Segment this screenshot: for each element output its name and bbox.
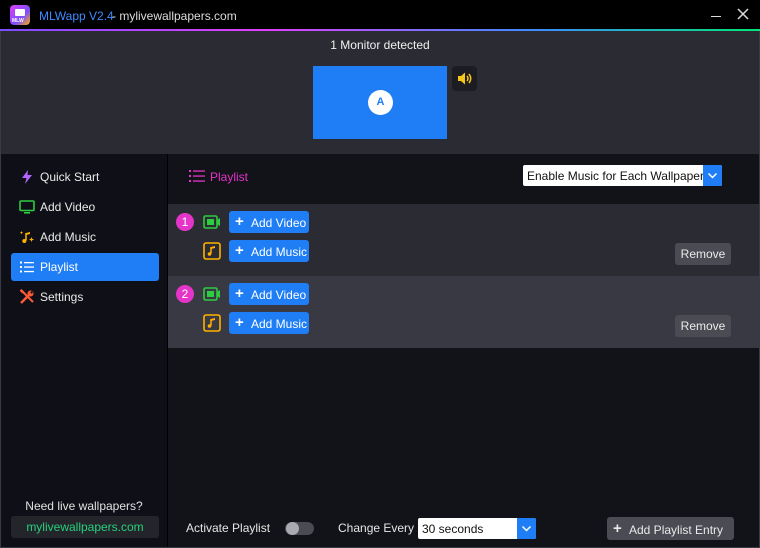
close-icon — [737, 8, 749, 20]
plus-icon: + — [235, 285, 244, 302]
playlist-entry: 2 + Add Video + Add Music Remove — [168, 276, 759, 348]
video-icon — [203, 215, 220, 229]
monitor-a[interactable]: A — [313, 66, 447, 139]
app-url: - mylivewallpapers.com — [112, 9, 237, 23]
app-logo: MLW — [10, 5, 30, 25]
remove-entry-button[interactable]: Remove — [675, 243, 731, 265]
interval-select[interactable]: 30 seconds — [418, 518, 536, 539]
playlist-panel: Playlist Enable Music for Each Wallpaper… — [168, 154, 759, 511]
sidebar-item-quick-start[interactable]: Quick Start — [11, 163, 159, 191]
add-music-button[interactable]: + Add Music — [229, 312, 309, 334]
plus-icon: + — [235, 213, 244, 230]
tools-icon — [19, 289, 34, 304]
monitor-count: 1 Monitor detected — [330, 38, 430, 52]
window-border — [0, 31, 1, 548]
sidebar-item-settings[interactable]: Settings — [11, 283, 159, 311]
activate-playlist-toggle[interactable] — [285, 522, 314, 535]
chevron-down-icon[interactable] — [517, 518, 536, 539]
add-video-button[interactable]: + Add Video — [229, 211, 309, 233]
monitor-panel: 1 Monitor detected A — [1, 31, 759, 154]
minimize-button[interactable] — [708, 6, 724, 22]
monitor-badge: A — [368, 90, 393, 115]
music-file-icon — [203, 242, 221, 260]
sidebar-item-playlist[interactable]: Playlist — [11, 253, 159, 281]
website-link[interactable]: mylivewallpapers.com — [11, 516, 159, 538]
music-sparkle-icon — [19, 231, 34, 243]
page-title: Playlist — [210, 170, 249, 184]
list-icon — [189, 170, 205, 182]
entry-number-badge: 1 — [176, 213, 194, 231]
plus-icon: + — [235, 314, 244, 331]
plus-icon: + — [235, 242, 244, 259]
add-video-button[interactable]: + Add Video — [229, 283, 309, 305]
add-music-button[interactable]: + Add Music — [229, 240, 309, 262]
speaker-icon — [458, 72, 472, 85]
music-mode-select[interactable]: Enable Music for Each Wallpaper — [523, 165, 722, 186]
music-file-icon — [203, 314, 221, 332]
title-bar: MLW MLWapp V2.4 - mylivewallpapers.com — [0, 0, 760, 30]
video-icon — [203, 287, 220, 301]
monitor-icon — [19, 200, 35, 214]
toggle-knob — [286, 522, 299, 535]
playlist-header: Playlist Enable Music for Each Wallpaper — [168, 154, 759, 204]
app-name: MLWapp V2.4 — [39, 9, 114, 23]
sidebar-item-add-video[interactable]: Add Video — [11, 193, 159, 221]
list-icon — [20, 261, 34, 273]
playlist-entry: 1 + Add Video + Add Music Remove — [168, 204, 759, 276]
plus-icon: + — [613, 520, 622, 537]
add-playlist-entry-button[interactable]: + Add Playlist Entry — [607, 517, 734, 540]
entry-number-badge: 2 — [176, 285, 194, 303]
playlist-footer: Activate Playlist Change Every 30 second… — [168, 511, 759, 547]
change-every-label: Change Every — [338, 521, 415, 535]
close-button[interactable] — [735, 6, 751, 22]
lightning-icon — [22, 170, 32, 184]
remove-entry-button[interactable]: Remove — [675, 315, 731, 337]
promo-text: Need live wallpapers? — [25, 499, 143, 513]
sidebar: Quick Start Add Video Add Music Playlist — [1, 154, 167, 547]
sidebar-item-add-music[interactable]: Add Music — [11, 223, 159, 251]
sound-button[interactable] — [452, 66, 477, 91]
activate-playlist-label: Activate Playlist — [186, 521, 271, 535]
chevron-down-icon[interactable] — [703, 165, 722, 186]
